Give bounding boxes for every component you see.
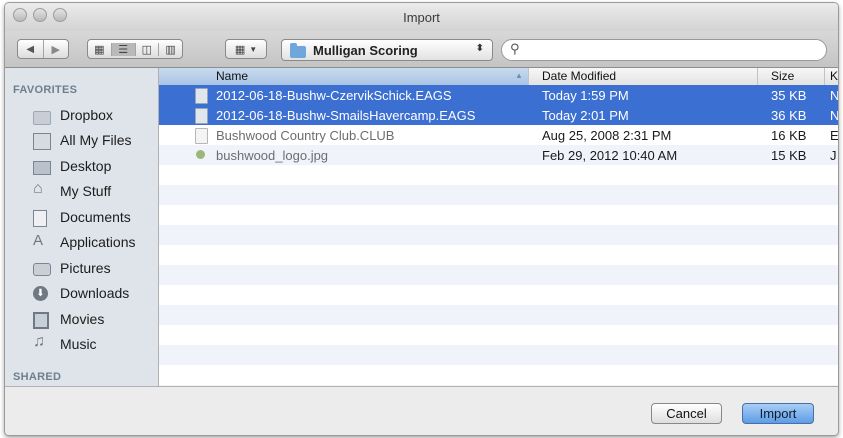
file-kind: J bbox=[830, 148, 837, 163]
home-icon: ⌂ bbox=[33, 180, 43, 197]
column-header-kind[interactable]: K bbox=[830, 69, 838, 83]
folder-icon bbox=[33, 111, 51, 125]
cancel-button[interactable]: Cancel bbox=[651, 403, 722, 424]
shared-header: SHARED bbox=[13, 371, 62, 383]
sidebar-item-my-stuff[interactable]: ⌂ My Stuff bbox=[5, 179, 158, 205]
sidebar-item-label: All My Files bbox=[60, 132, 132, 148]
button-bar: Cancel Import bbox=[5, 386, 838, 435]
sidebar-item-label: Movies bbox=[60, 311, 105, 327]
column-divider[interactable] bbox=[757, 68, 758, 85]
sidebar-item-dropbox[interactable]: Dropbox bbox=[5, 103, 158, 129]
sidebar-item-label: Music bbox=[60, 336, 97, 352]
file-kind: N bbox=[830, 108, 838, 123]
file-row[interactable]: 2012-06-18-Bushw-CzervikSchick.EAGS Toda… bbox=[159, 85, 838, 105]
view-mode-control: ▦ ☰ ◫ ▥ bbox=[87, 39, 183, 59]
search-field[interactable]: ⚲ bbox=[501, 39, 827, 61]
sidebar-item-label: Downloads bbox=[60, 285, 130, 301]
image-file-icon bbox=[196, 150, 205, 159]
camera-icon bbox=[33, 263, 51, 276]
documents-icon bbox=[33, 210, 47, 227]
column-header-name-label: Name bbox=[216, 69, 249, 83]
sidebar-item-all-my-files[interactable]: All My Files bbox=[5, 128, 158, 154]
file-name: 2012-06-18-Bushw-SmailsHavercamp.EAGS bbox=[216, 108, 476, 123]
forward-button[interactable]: ▶ bbox=[44, 43, 69, 56]
sidebar-item-applications[interactable]: A Applications bbox=[5, 230, 158, 256]
sidebar-item-label: Applications bbox=[60, 234, 136, 250]
file-date: Today 2:01 PM bbox=[542, 108, 629, 123]
column-divider[interactable] bbox=[528, 68, 529, 85]
coverflow-view-icon[interactable]: ▥ bbox=[159, 43, 182, 56]
desktop-icon bbox=[33, 161, 51, 175]
file-name: 2012-06-18-Bushw-CzervikSchick.EAGS bbox=[216, 88, 452, 103]
import-button[interactable]: Import bbox=[742, 403, 814, 424]
file-size: 35 KB bbox=[771, 88, 807, 103]
empty-rows-background bbox=[159, 165, 838, 386]
column-header-date[interactable]: Date Modified bbox=[542, 69, 616, 83]
sidebar: FAVORITES Dropbox All My Files Desktop ⌂… bbox=[5, 68, 159, 386]
file-size: 16 KB bbox=[771, 128, 807, 143]
list-view-icon[interactable]: ☰ bbox=[111, 42, 136, 56]
file-list: Name ▲ Date Modified Size K 2012-06-18-B… bbox=[159, 68, 838, 386]
column-header-size[interactable]: Size bbox=[771, 69, 794, 83]
sidebar-item-movies[interactable]: Movies bbox=[5, 307, 158, 333]
file-date: Today 1:59 PM bbox=[542, 88, 629, 103]
location-label: Mulligan Scoring bbox=[313, 43, 418, 58]
chevron-down-icon: ▼ bbox=[249, 44, 258, 54]
document-icon bbox=[195, 88, 208, 104]
file-kind: N bbox=[830, 88, 838, 103]
column-view-icon[interactable]: ◫ bbox=[136, 42, 160, 56]
arrange-icon: ▦ bbox=[234, 43, 246, 56]
popup-arrows-icon: ⬍ bbox=[475, 43, 484, 54]
import-dialog: Import ◀ ▶ ▦ ☰ ◫ ▥ ▦ ▼ Mulligan Scoring … bbox=[4, 2, 839, 436]
sidebar-item-downloads[interactable]: ⬇ Downloads bbox=[5, 281, 158, 307]
applications-icon: A bbox=[33, 232, 44, 249]
file-row[interactable]: Bushwood Country Club.CLUB Aug 25, 2008 … bbox=[159, 125, 838, 145]
file-size: 15 KB bbox=[771, 148, 807, 163]
sort-ascending-icon: ▲ bbox=[515, 71, 523, 80]
back-button[interactable]: ◀ bbox=[18, 40, 44, 58]
file-name: Bushwood Country Club.CLUB bbox=[216, 128, 395, 143]
file-size: 36 KB bbox=[771, 108, 807, 123]
file-date: Feb 29, 2012 10:40 AM bbox=[542, 148, 678, 163]
favorites-header: FAVORITES bbox=[13, 84, 78, 96]
column-header-name[interactable]: Name ▲ bbox=[159, 68, 528, 85]
all-files-icon bbox=[33, 133, 51, 150]
file-row[interactable]: bushwood_logo.jpg Feb 29, 2012 10:40 AM … bbox=[159, 145, 838, 165]
sidebar-item-label: My Stuff bbox=[60, 183, 112, 199]
film-icon bbox=[33, 312, 49, 329]
search-icon: ⚲ bbox=[510, 41, 520, 56]
download-icon: ⬇ bbox=[33, 286, 48, 301]
icon-view-icon[interactable]: ▦ bbox=[88, 42, 112, 56]
document-icon bbox=[195, 128, 208, 144]
folder-icon bbox=[290, 43, 306, 58]
column-divider[interactable] bbox=[824, 68, 825, 85]
file-name: bushwood_logo.jpg bbox=[216, 148, 329, 163]
sidebar-item-label: Desktop bbox=[60, 158, 112, 174]
sidebar-item-music[interactable]: ♫ Music bbox=[5, 332, 158, 358]
sidebar-item-documents[interactable]: Documents bbox=[5, 205, 158, 231]
title-bar: Import bbox=[5, 3, 838, 31]
toolbar: ◀ ▶ ▦ ☰ ◫ ▥ ▦ ▼ Mulligan Scoring ⬍ ⚲ bbox=[5, 31, 838, 68]
sidebar-item-desktop[interactable]: Desktop bbox=[5, 154, 158, 180]
file-kind: E bbox=[830, 128, 838, 143]
file-date: Aug 25, 2008 2:31 PM bbox=[542, 128, 672, 143]
sidebar-item-label: Dropbox bbox=[60, 107, 113, 123]
window-title: Import bbox=[403, 10, 440, 25]
back-forward-control: ◀ ▶ bbox=[17, 39, 69, 59]
sidebar-item-label: Pictures bbox=[60, 260, 111, 276]
sidebar-item-label: Documents bbox=[60, 209, 131, 225]
location-popup[interactable]: Mulligan Scoring ⬍ bbox=[281, 39, 493, 61]
file-row[interactable]: 2012-06-18-Bushw-SmailsHavercamp.EAGS To… bbox=[159, 105, 838, 125]
sidebar-item-pictures[interactable]: Pictures bbox=[5, 256, 158, 282]
document-icon bbox=[195, 108, 208, 124]
arrange-button[interactable]: ▦ ▼ bbox=[225, 39, 267, 59]
music-icon: ♫ bbox=[33, 333, 45, 350]
column-header-row: Name ▲ Date Modified Size K bbox=[159, 68, 838, 86]
